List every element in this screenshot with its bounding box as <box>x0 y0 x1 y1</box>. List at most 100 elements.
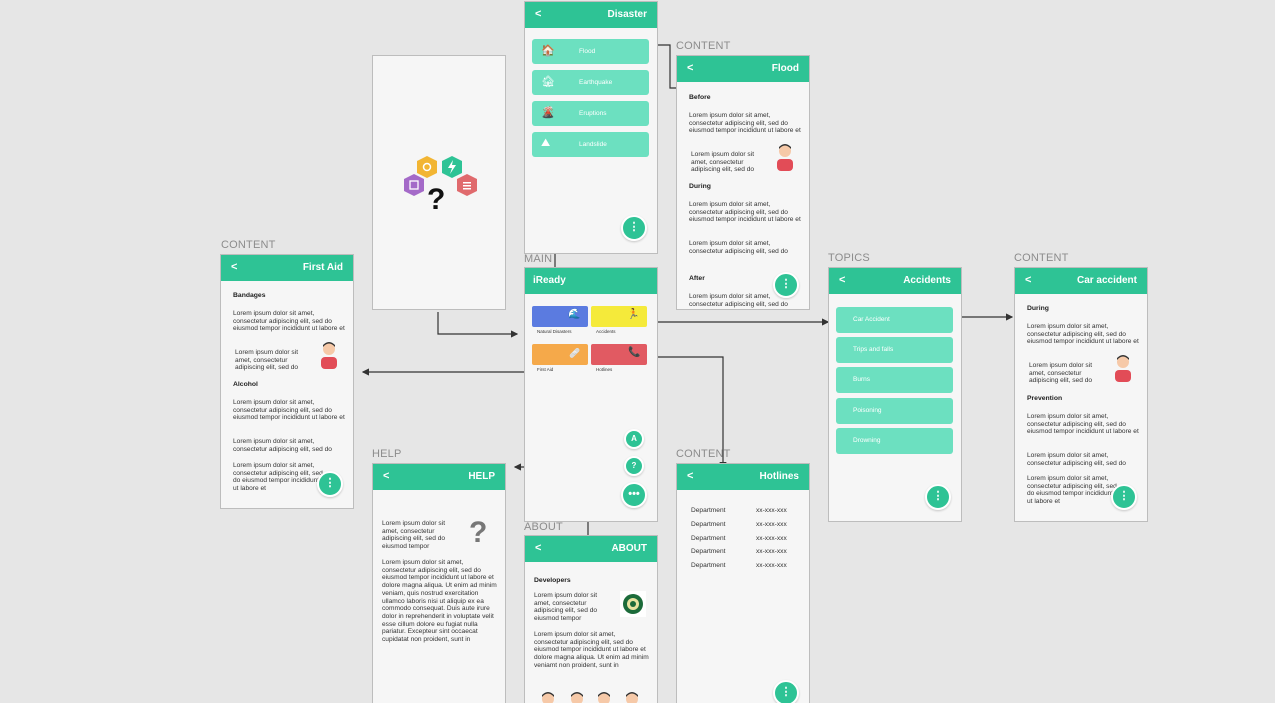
hotline-number[interactable]: xx-xxx-xxx <box>756 535 787 543</box>
back-button[interactable]: < <box>535 8 541 20</box>
accident-item-car[interactable]: Car Accident <box>836 307 953 333</box>
firstaid-paragraph: Lorem ipsum dolor sit amet, consectetur … <box>233 310 345 333</box>
hotline-dept: Department <box>691 521 726 528</box>
accident-item-drowning[interactable]: Drowning <box>836 428 953 454</box>
bandages-heading: Bandages <box>233 292 266 299</box>
disaster-item-earthquake[interactable]: 🏚 Earthquake <box>532 70 649 95</box>
disaster-item-landslide[interactable]: ⛰ Landslide <box>532 132 649 157</box>
more-options-button[interactable]: ⋮ <box>773 272 799 298</box>
car-accident-paragraph: Lorem ipsum dolor sit amet, consectetur … <box>1027 452 1126 467</box>
tile-label: Hotlines <box>596 367 613 372</box>
tile-accidents[interactable]: 🏃 <box>591 306 647 327</box>
landslide-icon: ⛰ <box>541 137 551 149</box>
app-logo-icon: ? <box>404 156 477 216</box>
flood-screen: < Flood Before Lorem ipsum dolor sit ame… <box>676 55 810 310</box>
first-aid-kit-icon: 🩹 <box>569 348 581 358</box>
back-button[interactable]: < <box>535 542 541 554</box>
svg-text:?: ? <box>427 183 445 216</box>
about-fab[interactable]: A <box>624 429 644 449</box>
back-button[interactable]: < <box>1025 274 1031 286</box>
phone-operator-icon: 📞 <box>628 347 641 358</box>
help-title: HELP <box>468 471 495 482</box>
tile-first-aid[interactable]: 🩹 <box>532 344 588 365</box>
label-about: ABOUT <box>524 521 563 533</box>
hotlines-header: < Hotlines <box>677 464 809 490</box>
help-fab[interactable]: ? <box>624 456 644 476</box>
accidents-screen: < Accidents Car Accident Trips and falls… <box>828 267 962 522</box>
avatar-icon <box>777 144 793 171</box>
label-content-firstaid: CONTENT <box>221 239 276 251</box>
label-content-car: CONTENT <box>1014 252 1069 264</box>
accident-item-burns[interactable]: Burns <box>836 367 953 393</box>
disaster-item-eruptions[interactable]: 🌋 Eruptions <box>532 101 649 126</box>
during-heading: During <box>1027 305 1049 312</box>
accident-item-poisoning[interactable]: Poisoning <box>836 398 953 424</box>
back-button[interactable]: < <box>687 62 693 74</box>
hotline-dept: Department <box>691 535 726 542</box>
back-button[interactable]: < <box>383 470 389 482</box>
prevention-heading: Prevention <box>1027 395 1063 402</box>
hotline-dept: Department <box>691 548 726 555</box>
hotline-number[interactable]: xx-xxx-xxx <box>756 548 787 556</box>
tile-hotlines[interactable]: 📞 <box>591 344 647 365</box>
main-screen: iReady 🌊 Natural Disasters 🏃 Accidents 🩹… <box>524 267 658 522</box>
more-options-button[interactable]: ⋮ <box>317 471 343 497</box>
flood-paragraph: Lorem ipsum dolor sit amet, consectetur … <box>689 112 801 135</box>
main-header: iReady <box>525 268 657 294</box>
avatar-icon <box>1115 355 1131 382</box>
accident-item-trips[interactable]: Trips and falls <box>836 337 953 363</box>
more-menu-fab[interactable]: ••• <box>621 482 647 508</box>
label-help: HELP <box>372 448 402 460</box>
hotline-number[interactable]: xx-xxx-xxx <box>756 562 787 570</box>
about-screen: < ABOUT Developers Lorem ipsum dolor sit… <box>524 535 658 703</box>
tile-natural-disasters[interactable]: 🌊 <box>532 306 588 327</box>
accidents-header: < Accidents <box>829 268 961 294</box>
car-accident-header: < Car accident <box>1015 268 1147 294</box>
firstaid-paragraph: Lorem ipsum dolor sit amet, consectetur … <box>233 399 345 422</box>
hotline-number[interactable]: xx-xxx-xxx <box>756 521 787 529</box>
during-heading: During <box>689 183 711 190</box>
more-options-button[interactable]: ⋮ <box>621 215 647 241</box>
app-title: iReady <box>533 275 566 286</box>
disaster-title: Disaster <box>607 9 647 20</box>
firstaid-paragraph: Lorem ipsum dolor sit amet, consectetur … <box>233 438 332 453</box>
hotline-number[interactable]: xx-xxx-xxx <box>756 507 787 515</box>
developer-avatars <box>542 692 638 703</box>
back-button[interactable]: < <box>687 470 693 482</box>
disaster-item-flood[interactable]: 🏠 Flood <box>532 39 649 64</box>
flood-icon: 🏠 <box>541 45 555 57</box>
car-accident-paragraph: Lorem ipsum dolor sit amet, consectetur … <box>1027 323 1139 346</box>
back-button[interactable]: < <box>839 274 845 286</box>
tile-label: First Aid <box>537 367 554 372</box>
firstaid-title: First Aid <box>302 262 343 273</box>
hotline-dept: Department <box>691 562 726 569</box>
more-options-button[interactable]: ⋮ <box>1111 484 1137 510</box>
wave-icon: 🌊 <box>568 309 581 320</box>
more-options-button[interactable]: ⋮ <box>925 484 951 510</box>
before-heading: Before <box>689 94 711 101</box>
disaster-header: < Disaster <box>525 2 657 28</box>
help-intro: Lorem ipsum dolor sit amet, consectetur … <box>382 520 446 551</box>
more-options-button[interactable]: ⋮ <box>773 680 799 703</box>
back-button[interactable]: < <box>231 261 237 273</box>
avatar-icon <box>321 342 337 369</box>
label-content-hotlines: CONTENT <box>676 448 731 460</box>
help-header: < HELP <box>373 464 505 490</box>
flood-paragraph: Lorem ipsum dolor sit amet, consectetur … <box>689 240 788 255</box>
school-logo-icon <box>620 591 646 617</box>
about-title: ABOUT <box>611 543 647 554</box>
firstaid-screen: < First Aid Bandages Lorem ipsum dolor s… <box>220 254 354 509</box>
firstaid-paragraph: Lorem ipsum dolor sit amet, consectetur … <box>233 462 323 493</box>
splash-screen: ? <box>372 55 506 310</box>
car-accident-title: Car accident <box>1076 275 1137 286</box>
flood-title: Flood <box>771 63 799 74</box>
developers-heading: Developers <box>534 577 571 584</box>
hotlines-title: Hotlines <box>759 471 799 482</box>
firstaid-header: < First Aid <box>221 255 353 281</box>
flood-paragraph: Lorem ipsum dolor sit amet, consectetur … <box>691 151 755 174</box>
tile-label: Accidents <box>596 329 616 334</box>
alcohol-heading: Alcohol <box>233 381 258 388</box>
about-body: Lorem ipsum dolor sit amet, consectetur … <box>534 631 649 669</box>
about-header: < ABOUT <box>525 536 657 562</box>
tile-label: Natural Disasters <box>537 329 572 334</box>
